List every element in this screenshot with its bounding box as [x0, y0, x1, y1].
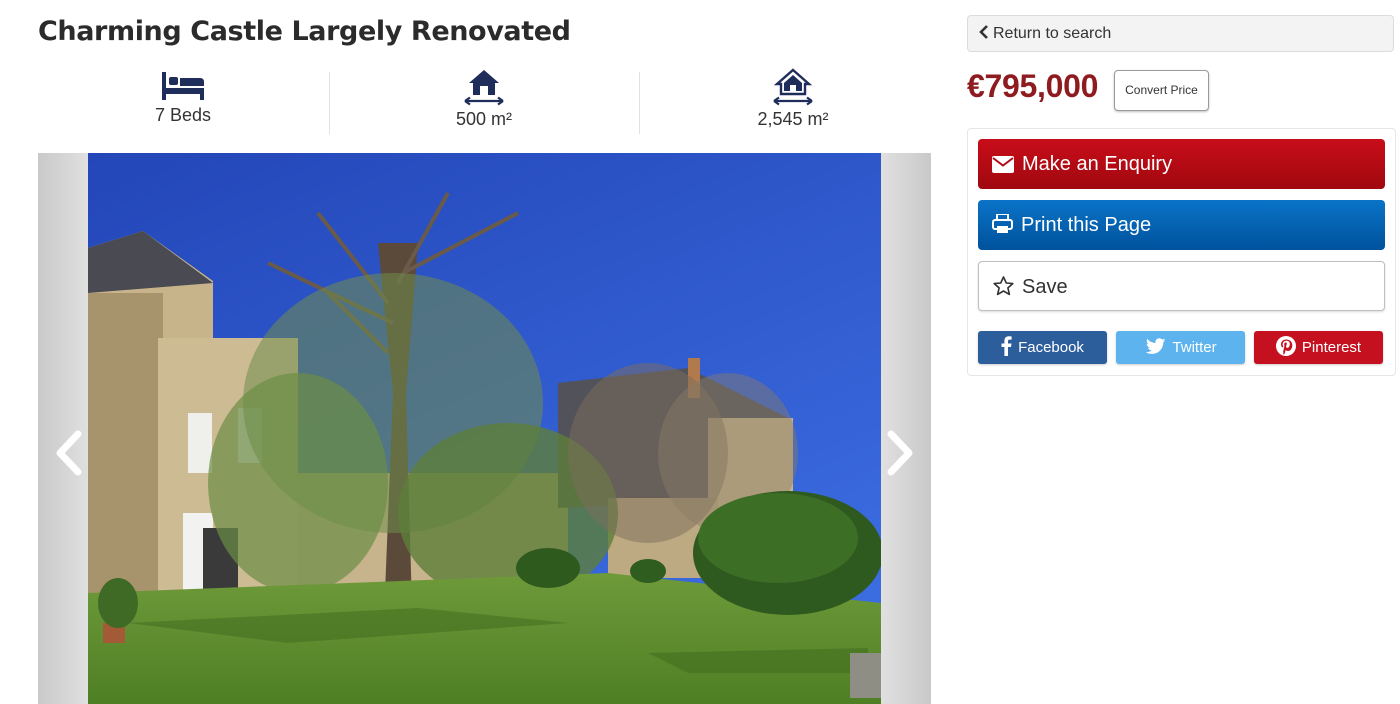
- return-to-search-button[interactable]: Return to search: [967, 15, 1394, 52]
- print-page-button[interactable]: Print this Page: [978, 200, 1385, 250]
- bed-icon: [162, 72, 204, 100]
- house-area-icon: [464, 70, 504, 106]
- house-area-label: 500 m²: [455, 109, 513, 129]
- return-to-search-label: Return to search: [993, 25, 1112, 42]
- chevron-left-icon: [979, 25, 988, 39]
- facebook-icon: [1001, 336, 1012, 356]
- twitter-icon: [1146, 338, 1166, 354]
- property-features: 7 Beds 500 m² 2,545 m²: [38, 66, 931, 136]
- facebook-share-button[interactable]: Facebook: [978, 331, 1107, 364]
- make-enquiry-button[interactable]: Make an Enquiry: [978, 139, 1385, 189]
- print-page-label: Print this Page: [1021, 214, 1152, 236]
- save-label: Save: [1022, 276, 1068, 298]
- castle-photo: [88, 153, 881, 704]
- beds-label: 7 Beds: [154, 105, 212, 125]
- twitter-share-button[interactable]: Twitter: [1116, 331, 1245, 364]
- feature-beds: 7 Beds: [38, 66, 328, 136]
- star-icon: [993, 276, 1014, 296]
- land-area-icon: [773, 68, 813, 106]
- printer-icon: [992, 214, 1013, 233]
- feature-house-area: 500 m²: [339, 66, 629, 136]
- feature-land-area: 2,545 m²: [648, 66, 938, 136]
- divider: [639, 72, 640, 134]
- photo-gallery[interactable]: [38, 153, 931, 704]
- page-title: Charming Castle Largely Renovated: [38, 16, 571, 47]
- land-area-label: 2,545 m²: [757, 109, 829, 129]
- pinterest-label: Pinterest: [1301, 339, 1362, 356]
- divider: [329, 72, 330, 134]
- twitter-label: Twitter: [1172, 339, 1217, 356]
- listing-price: €795,000: [967, 68, 1099, 104]
- envelope-icon: [992, 156, 1014, 173]
- pinterest-share-button[interactable]: Pinterest: [1254, 331, 1383, 364]
- convert-price-button[interactable]: Convert Price: [1114, 70, 1209, 111]
- chevron-right-icon[interactable]: [883, 428, 917, 478]
- pinterest-icon: [1275, 336, 1296, 356]
- actions-panel: Make an Enquiry Print this Page Save Fac…: [967, 128, 1396, 376]
- facebook-label: Facebook: [1018, 339, 1084, 356]
- chevron-left-icon[interactable]: [52, 428, 86, 478]
- make-enquiry-label: Make an Enquiry: [1022, 153, 1173, 175]
- save-button[interactable]: Save: [978, 261, 1385, 311]
